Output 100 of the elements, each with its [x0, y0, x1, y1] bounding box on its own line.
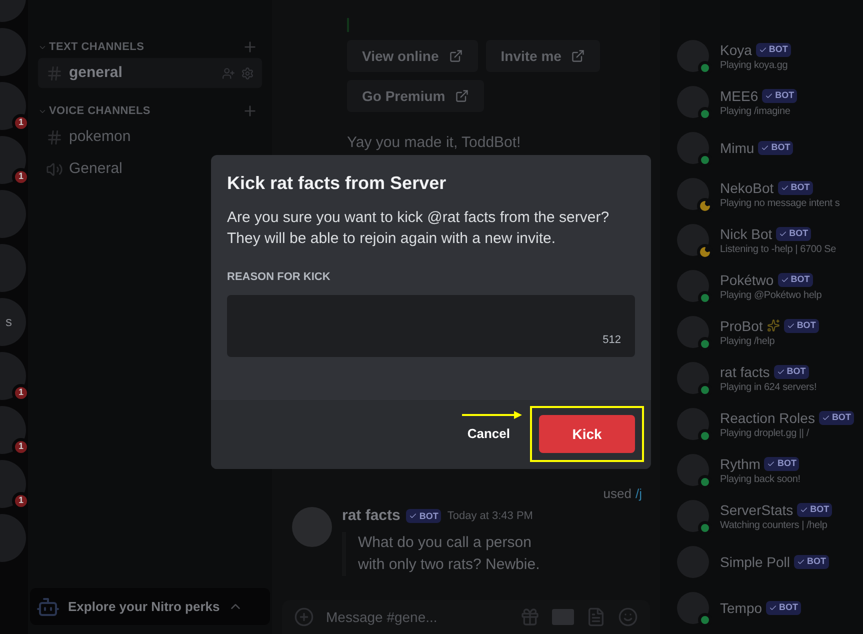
- member-name: NekoBot: [720, 178, 774, 196]
- reason-field[interactable]: 512: [227, 294, 635, 356]
- bot-tag: BOT: [797, 502, 832, 516]
- dialog-title: Kick rat facts from Server: [227, 172, 448, 195]
- member-activity: Playing koya.gg: [720, 58, 789, 72]
- server-icon[interactable]: 1: [0, 136, 26, 184]
- member-name: Mimu: [720, 139, 754, 157]
- emoji-icon[interactable]: [618, 607, 638, 627]
- invite-icon[interactable]: [222, 66, 235, 80]
- check-icon: [797, 558, 806, 566]
- check-icon: [800, 506, 808, 514]
- bot-tag: BOT: [762, 88, 798, 102]
- member-activity: Playing no message intent s: [720, 196, 840, 210]
- check-icon: [786, 322, 795, 330]
- member-item[interactable]: ProBot BOT Playing /help: [677, 309, 863, 355]
- member-item[interactable]: NekoBot BOT Playing no message intent s: [677, 171, 863, 217]
- member-activity: Playing @Pokétwo help: [720, 288, 822, 302]
- check-icon: [409, 512, 418, 520]
- nitro-banner[interactable]: Explore your Nitro perks: [30, 588, 270, 625]
- bot-tag: BOT: [776, 226, 812, 240]
- unread-badge: 1: [12, 438, 28, 456]
- server-icon[interactable]: 1: [0, 460, 26, 508]
- external-link-icon: [455, 89, 470, 103]
- add-channel-icon[interactable]: [242, 103, 258, 119]
- server-icon[interactable]: 1: [0, 82, 26, 130]
- message-time: Today at 3:43 PM: [447, 509, 533, 524]
- kick-button[interactable]: Kick: [539, 415, 635, 453]
- check-icon: [779, 230, 788, 238]
- external-link-icon: [448, 49, 463, 63]
- member-name: Reaction Roles: [720, 408, 815, 426]
- member-item[interactable]: Rythm BOT Playing back soon!: [677, 447, 863, 493]
- member-activity: Playing droplet.gg || /: [720, 426, 810, 440]
- link-button[interactable]: Invite me: [486, 40, 600, 72]
- bot-tag: BOT: [818, 410, 854, 424]
- bot-tag: BOT: [406, 509, 442, 524]
- member-item[interactable]: Tempo BOT: [677, 585, 863, 631]
- member-item[interactable]: Pokétwo BOT Playing @Pokétwo help: [677, 263, 863, 309]
- category-title[interactable]: VOICE CHANNELS: [49, 102, 150, 120]
- bot-tag: BOT: [794, 555, 830, 569]
- member-item[interactable]: ServerStats BOT Watching counters | /help: [677, 493, 863, 539]
- category-title[interactable]: TEXT CHANNELS: [49, 38, 144, 56]
- gift-icon[interactable]: [520, 607, 540, 627]
- link-button[interactable]: Go Premium: [347, 80, 484, 112]
- server-icon[interactable]: 1: [0, 406, 26, 454]
- bot-tag: BOT: [756, 42, 791, 56]
- member-item[interactable]: Mimu BOT: [677, 125, 863, 171]
- check-icon: [761, 144, 770, 152]
- link-button[interactable]: View online: [347, 40, 478, 72]
- settings-icon[interactable]: [241, 66, 254, 80]
- unread-badge: 1: [12, 384, 28, 402]
- check-icon: [758, 46, 767, 54]
- member-name: ProBot: [720, 316, 763, 334]
- server-icon[interactable]: s: [0, 298, 26, 346]
- welcome-message: Yay you made it, ToddBot!: [347, 133, 522, 153]
- member-item[interactable]: rat facts BOT Playing in 624 servers!: [677, 355, 863, 401]
- server-initial: s: [6, 313, 12, 332]
- member-activity: Playing /help: [720, 334, 776, 348]
- character-counter: 512: [602, 333, 621, 348]
- member-activity: Playing in 624 servers!: [720, 380, 817, 394]
- external-link-icon: [571, 49, 586, 63]
- member-name: Pokétwo: [720, 270, 774, 288]
- check-icon: [780, 276, 789, 284]
- check-icon: [780, 184, 789, 192]
- check-icon: [776, 368, 785, 376]
- member-name: Rythm: [720, 454, 760, 472]
- embed-accent-bar: [347, 18, 349, 32]
- speaker-icon: [46, 160, 63, 178]
- add-attachment-icon[interactable]: [294, 607, 314, 627]
- check-icon: [822, 414, 830, 422]
- member-activity: Watching counters | /help: [720, 518, 828, 532]
- channel-item[interactable]: general: [38, 58, 262, 88]
- member-item[interactable]: Simple Poll BOT: [677, 539, 863, 585]
- member-name: Tempo: [720, 599, 762, 617]
- server-icon[interactable]: 1: [0, 352, 26, 400]
- reply-used-text: used: [603, 484, 632, 502]
- unread-badge: 1: [12, 168, 28, 186]
- bot-tag: BOT: [774, 364, 809, 378]
- member-name: MEE6: [720, 86, 758, 104]
- reason-label: REASON FOR KICK: [227, 270, 332, 285]
- message-input[interactable]: Message #gene...: [326, 606, 508, 628]
- hash-icon: [46, 64, 63, 82]
- bot-tag: BOT: [778, 272, 813, 286]
- channel-item[interactable]: pokemon: [38, 122, 262, 152]
- command-link[interactable]: /j: [636, 484, 642, 503]
- member-name: Simple Poll: [720, 553, 790, 571]
- bot-tag: BOT: [758, 141, 794, 155]
- check-icon: [765, 92, 774, 100]
- member-item[interactable]: Nick Bot BOT Listening to -help | 6700 Se: [677, 217, 863, 263]
- unread-badge: 1: [12, 492, 28, 510]
- member-item[interactable]: MEE6 BOT Playing /imagine: [677, 79, 863, 125]
- member-name: ServerStats: [720, 500, 794, 518]
- member-item[interactable]: Reaction Roles BOT Playing droplet.gg || /: [677, 401, 863, 447]
- cancel-button[interactable]: Cancel: [463, 424, 514, 444]
- unread-badge: 1: [12, 114, 28, 132]
- member-activity: Playing back soon!: [720, 472, 800, 486]
- member-name: Nick Bot: [720, 224, 772, 242]
- member-item[interactable]: Koya BOT Playing koya.gg: [677, 33, 863, 79]
- add-channel-icon[interactable]: [242, 39, 258, 55]
- bot-tag: BOT: [764, 456, 800, 470]
- check-icon: [767, 460, 776, 468]
